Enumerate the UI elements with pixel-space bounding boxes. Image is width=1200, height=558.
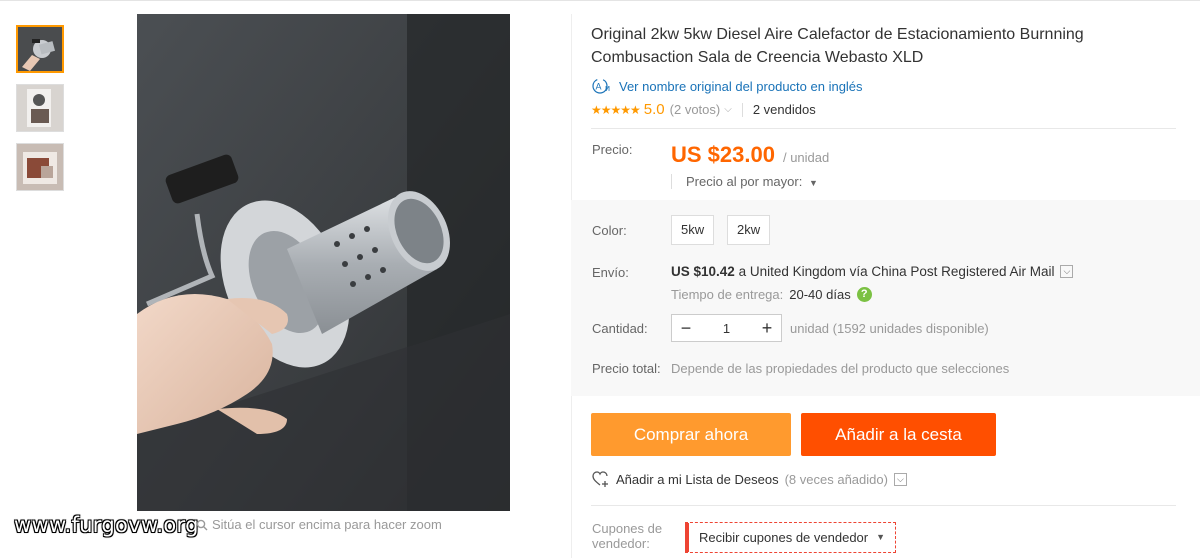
- caret-down-icon: ▼: [876, 532, 886, 542]
- shipping-cost: US $10.42: [671, 264, 735, 279]
- quantity-decrease-button[interactable]: −: [672, 315, 700, 341]
- color-option-2kw[interactable]: 2kw: [727, 215, 771, 245]
- add-to-cart-button[interactable]: Añadir a la cesta: [801, 413, 996, 456]
- wholesale-label: Precio al por mayor:: [686, 174, 803, 189]
- rating-score: 5.0: [643, 101, 665, 118]
- quantity-increase-button[interactable]: +: [753, 315, 781, 341]
- delivery-label: Tiempo de entrega:: [671, 287, 784, 302]
- zoom-hint-text: Sitúa el cursor encima para hacer zoom: [212, 517, 442, 532]
- total-price-note: Depende de las propiedades del producto …: [671, 361, 1010, 376]
- view-original-text[interactable]: Ver nombre original del producto en ingl…: [619, 79, 863, 94]
- thumbnail-1[interactable]: [16, 25, 64, 73]
- thumbnail-list: [16, 25, 68, 202]
- votes-link[interactable]: (2 votos): [670, 102, 721, 117]
- price-block: US $23.00 / unidad: [671, 142, 829, 168]
- coupons-label: Cupones de vendedor:: [592, 521, 663, 551]
- thumbnail-3[interactable]: [16, 143, 64, 191]
- product-page: www.furgovw.org Sitúa el cursor encima p…: [0, 0, 1200, 558]
- shipping-label: Envío:: [592, 265, 629, 280]
- quantity-label: Cantidad:: [592, 321, 648, 336]
- thumbnail-2[interactable]: [16, 84, 64, 132]
- price-unit: / unidad: [782, 150, 830, 165]
- color-label: Color:: [592, 223, 627, 238]
- caret-down-icon: ▼: [808, 178, 818, 188]
- svg-text:и: и: [605, 83, 610, 93]
- shipping-destination: a United Kingdom vía China Post Register…: [738, 264, 1055, 279]
- magnifier-icon: [196, 519, 208, 530]
- chevron-down-icon[interactable]: ⌵: [893, 472, 907, 486]
- svg-text:A: A: [596, 82, 602, 92]
- main-product-image[interactable]: [137, 14, 510, 511]
- shipping-info[interactable]: US $10.42 a United Kingdom vía China Pos…: [671, 264, 1074, 279]
- star-rating-icon: ★★★★★: [591, 102, 641, 117]
- heart-plus-icon: [592, 471, 608, 487]
- total-price-label: Precio total:: [592, 361, 661, 376]
- quantity-stepper: − 1 +: [671, 314, 782, 342]
- delivery-time: Tiempo de entrega: 20-40 días ?: [671, 287, 872, 302]
- translate-icon: Aи: [592, 78, 610, 94]
- divider: [591, 505, 1176, 506]
- product-info: Original 2kw 5kw Diesel Aire Calefactor …: [591, 23, 1176, 118]
- quantity-input[interactable]: 1: [700, 321, 753, 336]
- price-label: Precio:: [592, 142, 633, 157]
- coupon-button-text: Recibir cupones de vendedor: [699, 530, 869, 545]
- help-icon[interactable]: ?: [856, 287, 872, 302]
- wishlist-count: (8 veces añadido): [784, 471, 888, 487]
- buy-now-button[interactable]: Comprar ahora: [591, 413, 791, 456]
- watermark-text: www.furgovw.org: [14, 513, 199, 537]
- chevron-down-icon[interactable]: ⌵: [724, 104, 732, 115]
- seller-coupons-dropdown[interactable]: Recibir cupones de vendedor ▼: [685, 522, 897, 553]
- chevron-down-icon[interactable]: ⌵: [1060, 265, 1074, 278]
- rating-row: ★★★★★ 5.0 (2 votos) ⌵ 2 vendidos: [591, 101, 1176, 118]
- divider: [591, 128, 1176, 129]
- wholesale-price-toggle[interactable]: Precio al por mayor: ▼: [671, 174, 818, 189]
- wishlist-text[interactable]: Añadir a mi Lista de Deseos: [616, 472, 779, 487]
- price-amount: US $23.00: [671, 142, 775, 167]
- wishlist-row[interactable]: Añadir a mi Lista de Deseos (8 veces aña…: [592, 471, 907, 487]
- delivery-days: 20-40 días: [789, 287, 851, 302]
- separator: [741, 102, 743, 117]
- product-title: Original 2kw 5kw Diesel Aire Calefactor …: [591, 26, 1084, 66]
- orders-count: 2 vendidos: [752, 102, 816, 117]
- stock-note: unidad (1592 unidades disponible): [790, 321, 989, 336]
- view-original-link[interactable]: Aи Ver nombre original del producto en i…: [591, 78, 1176, 94]
- zoom-hint: Sitúa el cursor encima para hacer zoom: [196, 517, 442, 532]
- color-option-5kw[interactable]: 5kw: [671, 215, 715, 245]
